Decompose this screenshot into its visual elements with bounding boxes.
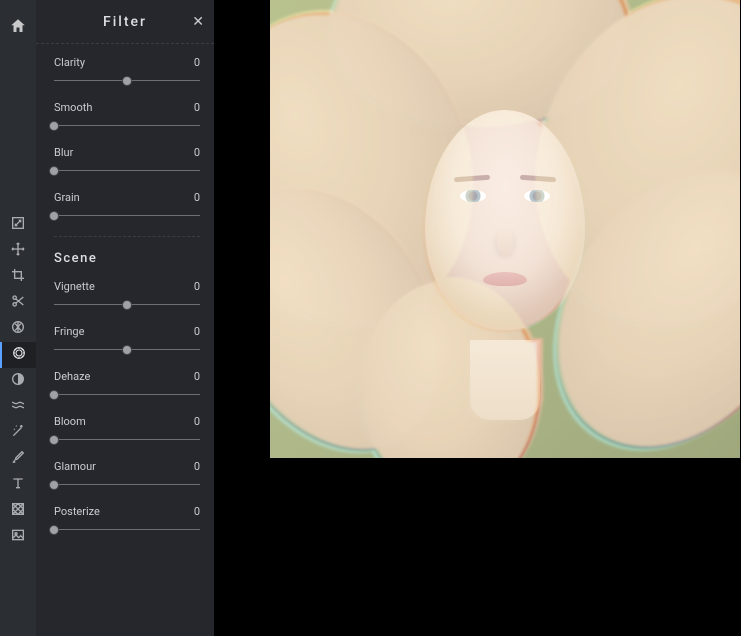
liquify-icon	[10, 397, 26, 417]
move-tool[interactable]	[0, 238, 36, 264]
fringe-label: Fringe	[54, 325, 84, 338]
tool-rail	[0, 0, 36, 636]
smooth-control: Smooth 0	[54, 101, 200, 132]
crop-tool[interactable]	[0, 264, 36, 290]
fringe-control: Fringe 0	[54, 325, 200, 356]
clarity-label: Clarity	[54, 56, 85, 69]
app-root: Filter ✕ Clarity 0 Smooth 0 Blur 0 Grain 0 Scen…	[0, 0, 741, 636]
close-icon[interactable]: ✕	[192, 15, 204, 29]
glamour-control: Glamour 0	[54, 460, 200, 491]
fringe-value: 0	[194, 325, 200, 338]
filter-icon	[11, 345, 27, 365]
wand-tool[interactable]	[0, 420, 36, 446]
grain-label: Grain	[54, 191, 80, 204]
panel-divider	[54, 236, 200, 237]
vignette-slider[interactable]	[54, 299, 200, 311]
crop-icon	[10, 267, 26, 287]
resize-icon	[10, 215, 26, 235]
grain-value: 0	[194, 191, 200, 204]
canvas-area	[214, 0, 741, 636]
home-button[interactable]	[0, 8, 36, 44]
bloom-slider[interactable]	[54, 434, 200, 446]
clarity-value: 0	[194, 56, 200, 69]
image-icon	[10, 527, 26, 547]
dehaze-label: Dehaze	[54, 370, 90, 383]
posterize-slider[interactable]	[54, 524, 200, 536]
posterize-control: Posterize 0	[54, 505, 200, 536]
glamour-value: 0	[194, 460, 200, 473]
vignette-value: 0	[194, 280, 200, 293]
smooth-label: Smooth	[54, 101, 92, 114]
cut-tool[interactable]	[0, 290, 36, 316]
adjust-icon	[10, 319, 26, 339]
pattern-icon	[10, 501, 26, 521]
glamour-label: Glamour	[54, 460, 96, 473]
panel-title: Filter	[103, 14, 147, 30]
dehaze-value: 0	[194, 370, 200, 383]
section-scene-title: Scene	[54, 251, 200, 266]
brush-icon	[10, 449, 26, 469]
glamour-slider[interactable]	[54, 479, 200, 491]
blur-control: Blur 0	[54, 146, 200, 177]
bloom-control: Bloom 0	[54, 415, 200, 446]
image-canvas[interactable]	[270, 0, 740, 458]
pattern-tool[interactable]	[0, 498, 36, 524]
posterize-label: Posterize	[54, 505, 100, 518]
posterize-value: 0	[194, 505, 200, 518]
move-icon	[10, 241, 26, 261]
blur-slider[interactable]	[54, 165, 200, 177]
blur-label: Blur	[54, 146, 73, 159]
image-tool[interactable]	[0, 524, 36, 550]
vignette-control: Vignette 0	[54, 280, 200, 311]
filter-tool[interactable]	[0, 342, 36, 368]
text-tool[interactable]	[0, 472, 36, 498]
adjust-tool[interactable]	[0, 316, 36, 342]
smooth-value: 0	[194, 101, 200, 114]
vignette-label: Vignette	[54, 280, 95, 293]
contrast-tool[interactable]	[0, 368, 36, 394]
fringe-slider[interactable]	[54, 344, 200, 356]
grain-control: Grain 0	[54, 191, 200, 222]
blur-value: 0	[194, 146, 200, 159]
clarity-slider[interactable]	[54, 75, 200, 87]
filter-panel: Filter ✕ Clarity 0 Smooth 0 Blur 0 Grain 0 Scen…	[36, 0, 214, 636]
clarity-control: Clarity 0	[54, 56, 200, 87]
resize-tool[interactable]	[0, 212, 36, 238]
cut-icon	[10, 293, 26, 313]
dehaze-control: Dehaze 0	[54, 370, 200, 401]
panel-body: Clarity 0 Smooth 0 Blur 0 Grain 0 Scene Vignett…	[36, 44, 214, 636]
text-icon	[10, 475, 26, 495]
dehaze-slider[interactable]	[54, 389, 200, 401]
bloom-value: 0	[194, 415, 200, 428]
liquify-tool[interactable]	[0, 394, 36, 420]
bloom-label: Bloom	[54, 415, 86, 428]
wand-icon	[10, 423, 26, 443]
smooth-slider[interactable]	[54, 120, 200, 132]
grain-slider[interactable]	[54, 210, 200, 222]
brush-tool[interactable]	[0, 446, 36, 472]
contrast-icon	[10, 371, 26, 391]
panel-header: Filter ✕	[36, 0, 214, 44]
